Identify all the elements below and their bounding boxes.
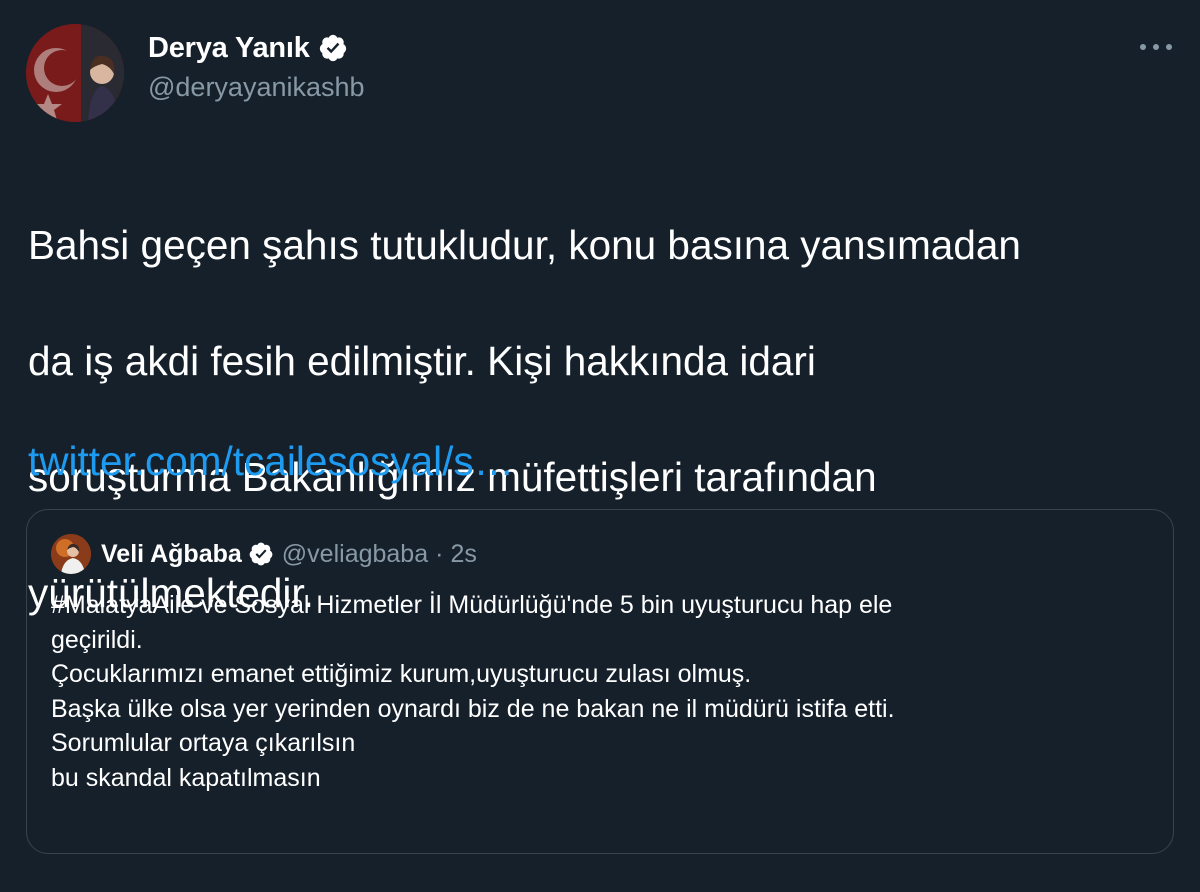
quoted-text-line: Başka ülke olsa yer yerinden oynardı biz… bbox=[51, 694, 895, 723]
author-handle[interactable]: @deryayanikashb bbox=[148, 72, 365, 103]
quoted-text-line: Sorumlular ortaya çıkarılsın bbox=[51, 729, 356, 757]
tweet-text-line: Bahsi geçen şahıs tutukludur, konu basın… bbox=[28, 222, 1021, 268]
quoted-text-line: Çocuklarımızı emanet ettiğimiz kurum,uyu… bbox=[51, 660, 752, 688]
quoted-tweet-header: Veli Ağbaba @veliagbaba · 2s bbox=[51, 534, 477, 574]
more-options-icon[interactable] bbox=[1136, 30, 1176, 64]
tweet-link[interactable]: twitter.com/tcailesosyal/s… bbox=[28, 432, 514, 490]
quoted-tweet[interactable]: Veli Ağbaba @veliagbaba · 2s #MalatyaAil… bbox=[26, 509, 1174, 854]
quoted-tweet-text: #MalatyaAile ve Sosyal Hizmetler İl Müdü… bbox=[51, 588, 1151, 795]
quoted-text-line: #MalatyaAile ve Sosyal Hizmetler İl Müdü… bbox=[51, 591, 893, 619]
tweet-card: Derya Yanık @deryayanikashb Bahsi geçen … bbox=[0, 0, 1200, 892]
quoted-author-name[interactable]: Veli Ağbaba bbox=[101, 540, 242, 569]
author-avatar[interactable] bbox=[26, 24, 124, 122]
verified-badge-icon bbox=[249, 542, 273, 566]
author-name[interactable]: Derya Yanık bbox=[148, 32, 310, 65]
tweet-text-line: da iş akdi fesih edilmiştir. Kişi hakkın… bbox=[28, 338, 816, 384]
avatar-flag-portrait-icon bbox=[26, 24, 124, 122]
verified-badge-icon bbox=[319, 34, 346, 62]
quoted-text-line: geçirildi. bbox=[51, 625, 143, 654]
quoted-tweet-time[interactable]: 2s bbox=[450, 540, 476, 569]
avatar-portrait-icon bbox=[51, 534, 91, 574]
author-name-row: Derya Yanık bbox=[148, 28, 348, 68]
quoted-text-line: bu skandal kapatılmasın bbox=[51, 763, 321, 792]
quoted-author-avatar[interactable] bbox=[51, 534, 91, 574]
separator-dot: · bbox=[435, 539, 444, 568]
quoted-author-handle[interactable]: @veliagbaba bbox=[282, 540, 428, 569]
